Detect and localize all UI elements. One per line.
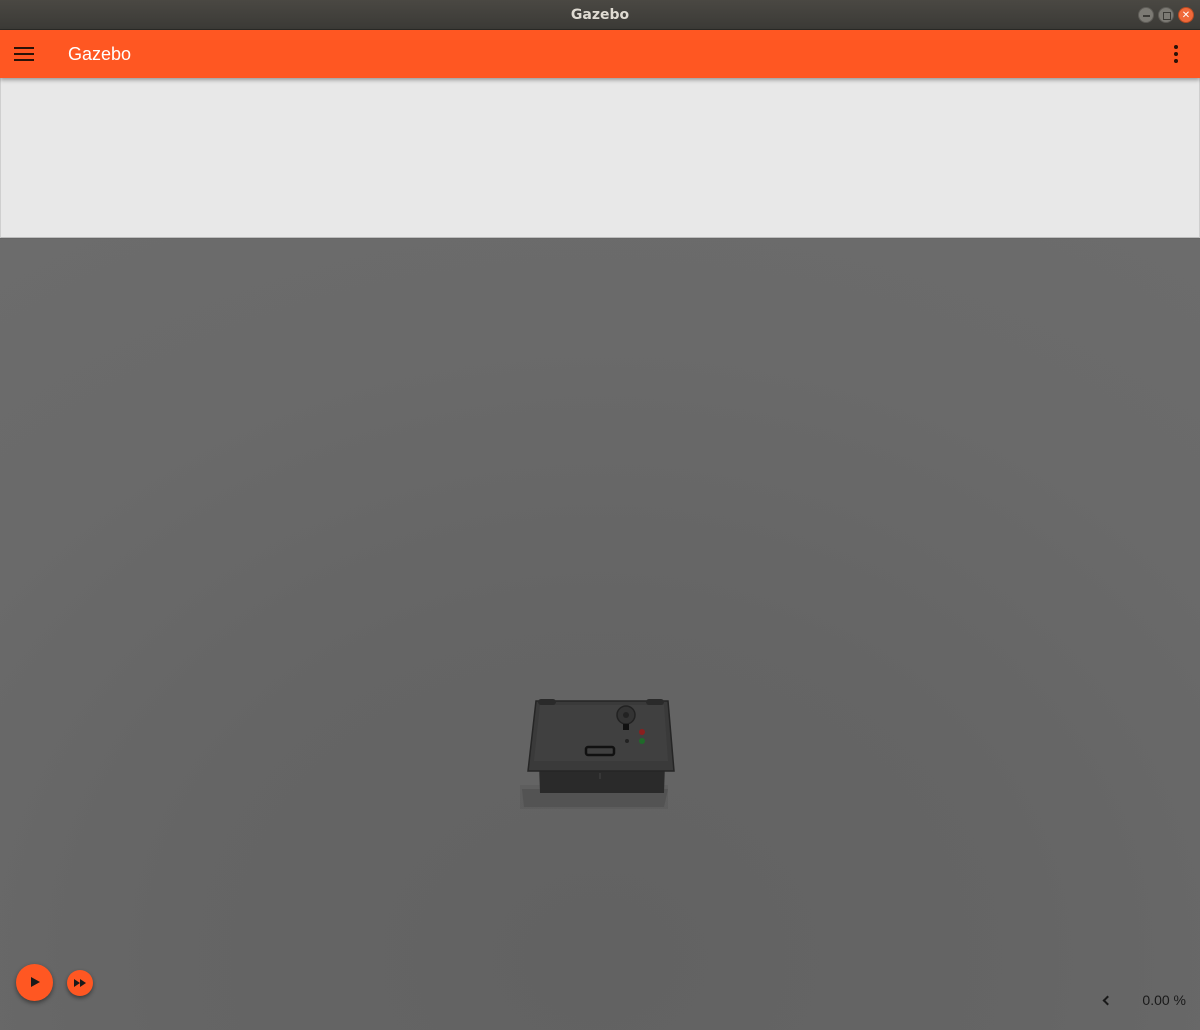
window-titlebar[interactable]: Gazebo ✕ (0, 0, 1200, 30)
scene-3d-viewport[interactable] (0, 239, 1200, 1030)
step-button[interactable] (67, 970, 93, 996)
hamburger-menu-icon[interactable] (14, 46, 34, 62)
gazebo-window: Gazebo ✕ Gazebo 0.00 % (0, 0, 1200, 1030)
lid-bolt (625, 739, 629, 743)
model-lid-top (534, 705, 668, 761)
window-title: Gazebo (570, 7, 630, 23)
stats-toggle-button[interactable] (1098, 990, 1114, 1010)
lid-dial-center (623, 712, 629, 718)
lid-button-red (639, 729, 645, 735)
fast-forward-icon-second (80, 979, 86, 987)
lid-switch (623, 724, 629, 730)
play-icon (31, 977, 40, 987)
chevron-left-icon (1102, 995, 1113, 1006)
minimize-button[interactable] (1138, 7, 1154, 23)
app-toolbar: Gazebo (0, 30, 1200, 78)
app-title: Gazebo (68, 44, 132, 64)
close-button[interactable]: ✕ (1178, 7, 1194, 23)
play-button[interactable] (16, 964, 53, 1001)
close-icon: ✕ (1181, 10, 1191, 21)
kebab-menu-icon[interactable] (1166, 42, 1186, 66)
box-model[interactable] (516, 657, 686, 817)
lid-clamp (538, 699, 556, 705)
maximize-icon (1163, 12, 1171, 20)
minimize-icon (1143, 15, 1150, 17)
lid-button-green (639, 738, 645, 744)
real-time-factor: 0.00 % (1142, 992, 1186, 1008)
lid-clamp (646, 699, 664, 705)
maximize-button[interactable] (1158, 7, 1174, 23)
top-panel (0, 78, 1200, 238)
